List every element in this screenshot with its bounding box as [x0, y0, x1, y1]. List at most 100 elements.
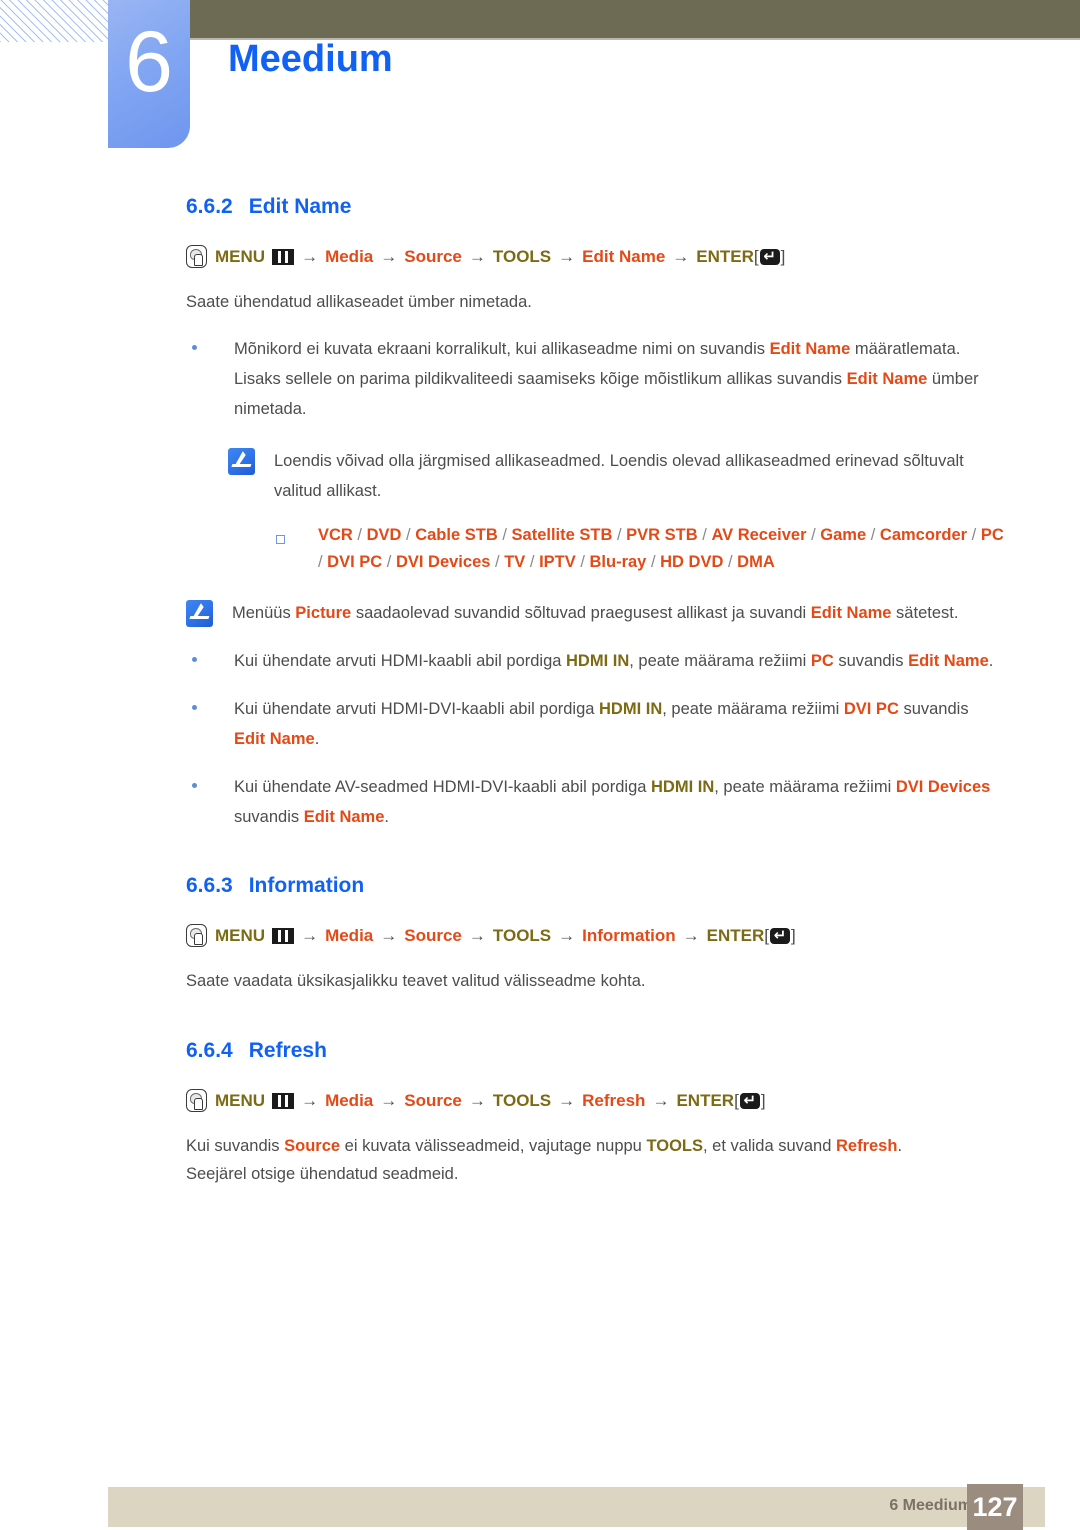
section-intro-information: Saate vaadata üksikasjalikku teavet vali…	[186, 972, 646, 990]
device-name: VCR	[318, 526, 353, 544]
section-heading-refresh: 6.6.4 Refresh	[186, 1039, 1080, 1063]
hand-press-icon	[186, 924, 207, 947]
device-separator: /	[723, 553, 738, 571]
path-arrow-icon: →	[672, 246, 690, 266]
bullet-text: Kui ühendate arvuti HDMI-kaabli abil por…	[234, 646, 996, 676]
keyword-edit-name: Edit Name	[908, 652, 989, 670]
section-number: 6.6.3	[186, 874, 233, 897]
device-separator: /	[612, 526, 627, 544]
path-step-tools: TOOLS	[492, 1090, 552, 1110]
path-arrow-icon: →	[380, 1090, 398, 1110]
device-separator: /	[967, 526, 981, 544]
device-separator: /	[490, 553, 505, 571]
path-step-information: Information	[582, 925, 676, 945]
path-arrow-icon: →	[558, 246, 576, 266]
path-arrow-icon: →	[468, 925, 486, 945]
path-step-tools: TOOLS	[492, 246, 552, 266]
menu-grid-icon	[272, 1092, 295, 1109]
path-arrow-icon: →	[558, 925, 576, 945]
keyword-source: Source	[284, 1137, 341, 1155]
bullet-item: Mõnikord ei kuvata ekraani korralikult, …	[186, 334, 996, 424]
enter-key-icon	[739, 1090, 760, 1110]
menu-grid-icon	[272, 248, 295, 265]
path-bracket-close: ]	[780, 246, 786, 266]
note-icon-wrap	[228, 446, 274, 506]
header-top-bar	[187, 0, 1080, 38]
device-name: PVR STB	[626, 526, 698, 544]
bullet-marker	[186, 334, 234, 424]
device-name: Cable STB	[415, 526, 498, 544]
device-name: Satellite STB	[511, 526, 613, 544]
sub-bullet-device-list: VCR / DVD / Cable STB / Satellite STB / …	[276, 522, 1011, 576]
bullet-text-part: suvandis	[898, 700, 969, 718]
note-icon-wrap	[186, 598, 232, 628]
path-arrow-icon: →	[301, 925, 319, 945]
path-bracket-open: [	[734, 1090, 739, 1110]
device-separator: /	[575, 553, 590, 571]
bullet-text-part: Kui ühendate arvuti HDMI-DVI-kaabli abil…	[234, 700, 600, 718]
section-heading-information: 6.6.3 Information	[186, 874, 1080, 898]
device-name: DMA	[737, 553, 775, 571]
device-separator: /	[318, 553, 328, 571]
device-name: AV Receiver	[711, 526, 807, 544]
path-arrow-icon: →	[380, 925, 398, 945]
device-name: HD DVD	[660, 553, 724, 571]
footer-page-number: 127	[967, 1484, 1023, 1530]
bullet-text-part: Kui ühendate arvuti HDMI-kaabli abil por…	[234, 652, 567, 670]
note-block-source-list: Loendis võivad olla järgmised allikasead…	[228, 446, 1003, 506]
intro-part: .	[897, 1137, 903, 1155]
keyword-picture: Picture	[295, 604, 352, 622]
device-separator: /	[525, 553, 540, 571]
bullet-text: Kui ühendate AV-seadmed HDMI-DVI-kaabli …	[234, 772, 996, 832]
path-arrow-icon: →	[301, 1090, 319, 1110]
note-text-part: Menüüs	[232, 604, 296, 622]
path-enter-label: ENTER	[696, 246, 754, 266]
path-step-media: Media	[325, 246, 374, 266]
note-text: Menüüs Picture saadaolevad suvandid sõlt…	[232, 598, 1004, 628]
sub-bullet-marker	[276, 522, 318, 576]
keyword-pc: PC	[810, 652, 834, 670]
menu-path-edit-name: MENU → Media → Source → TOOLS → Edit Nam…	[186, 245, 1080, 268]
bullet-text-part: , peate määrama režiimi	[714, 778, 896, 796]
intro-part: Kui suvandis	[186, 1137, 285, 1155]
section-number: 6.6.4	[186, 1039, 233, 1062]
hand-press-icon	[186, 245, 207, 268]
path-menu-label: MENU	[215, 1090, 266, 1110]
keyword-edit-name: Edit Name	[810, 604, 892, 622]
path-bracket-open: [	[764, 925, 769, 945]
keyword-edit-name: Edit Name	[769, 340, 851, 358]
keyword-edit-name: Edit Name	[234, 730, 315, 748]
device-name: PC	[980, 526, 1004, 544]
path-menu-label: MENU	[215, 246, 266, 266]
device-name: DVI PC	[327, 553, 383, 571]
path-bracket-close: ]	[760, 1090, 766, 1110]
bullet-marker	[186, 694, 234, 754]
bullet-text-part: , peate määrama režiimi	[662, 700, 844, 718]
path-step-media: Media	[325, 925, 374, 945]
bullet-text: Mõnikord ei kuvata ekraani korralikult, …	[234, 334, 996, 424]
keyword-dvi-devices: DVI Devices	[895, 778, 991, 796]
intro-part: , et valida suvand	[703, 1137, 836, 1155]
device-separator: /	[806, 526, 821, 544]
bullet-text-part: , peate määrama režiimi	[629, 652, 811, 670]
keyword-edit-name: Edit Name	[303, 808, 385, 826]
section-intro-refresh: Kui suvandis Source ei kuvata välisseadm…	[186, 1132, 986, 1188]
keyword-dvi-pc: DVI PC	[843, 700, 899, 718]
path-step-source: Source	[404, 1090, 462, 1110]
keyword-hdmi-in: HDMI IN	[599, 700, 663, 718]
footer-chapter-label: 6 Meedium	[889, 1497, 972, 1514]
menu-path-refresh: MENU → Media → Source → TOOLS → Refresh …	[186, 1089, 1080, 1112]
section-heading-edit-name: 6.6.2 Edit Name	[186, 195, 1080, 219]
intro-part: ei kuvata välisseadmeid, vajutage nuppu	[340, 1137, 647, 1155]
path-arrow-icon: →	[652, 1090, 670, 1110]
device-name: DVI Devices	[395, 553, 491, 571]
keyword-tools: TOOLS	[646, 1137, 703, 1155]
note-text-part: saadaolevad suvandid sõltuvad praegusest…	[351, 604, 811, 622]
device-separator: /	[646, 553, 661, 571]
keyword-edit-name: Edit Name	[846, 370, 928, 388]
note-pencil-icon	[186, 600, 213, 627]
path-arrow-icon: →	[682, 925, 700, 945]
path-step-media: Media	[325, 1090, 374, 1110]
page-content: 6.6.2 Edit Name MENU → Media → Source → T…	[0, 195, 1080, 1188]
bullet-text: Kui ühendate arvuti HDMI-DVI-kaabli abil…	[234, 694, 996, 754]
